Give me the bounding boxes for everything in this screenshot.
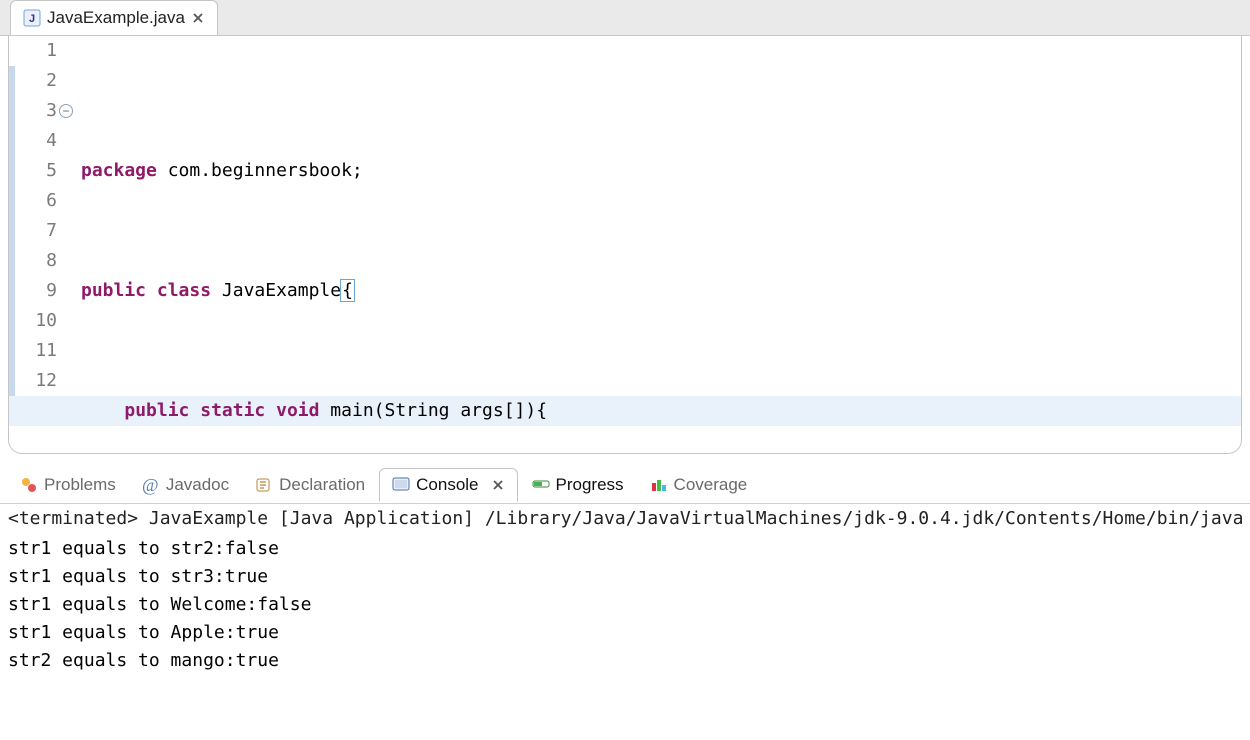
fold-strip [63, 36, 81, 453]
svg-text:J: J [29, 13, 35, 25]
tab-label: Coverage [674, 475, 748, 495]
problems-icon [20, 476, 38, 494]
tab-console[interactable]: Console [379, 468, 517, 502]
close-icon[interactable] [491, 478, 505, 492]
line-number: 5 [15, 156, 57, 186]
line-number: 12 [15, 366, 57, 396]
line-number: 3 − [15, 96, 57, 126]
tab-label: Declaration [279, 475, 365, 495]
coverage-icon [650, 476, 668, 494]
line-number-gutter: 1 2 3 − 4 5 6 7 8 9 10 11 12 13 [15, 36, 63, 453]
line-number: 6 [15, 186, 57, 216]
tab-javadoc[interactable]: @ Javadoc [130, 468, 241, 502]
declaration-icon [255, 476, 273, 494]
tab-declaration[interactable]: Declaration [243, 468, 377, 502]
tab-label: Console [416, 475, 478, 495]
tab-coverage[interactable]: Coverage [638, 468, 760, 502]
line-number: 11 [15, 336, 57, 366]
java-file-icon: J [23, 9, 41, 27]
line-number: 8 [15, 246, 57, 276]
code-line: package com.beginnersbook; [81, 156, 1241, 186]
progress-icon [532, 476, 550, 494]
code-line: public class JavaExample{ [81, 276, 1241, 306]
line-number: 7 [15, 216, 57, 246]
line-number: 10 [15, 306, 57, 336]
tab-label: Javadoc [166, 475, 229, 495]
console-output[interactable]: str1 equals to str2:false str1 equals to… [0, 531, 1250, 679]
console-icon [392, 476, 410, 494]
bottom-tab-bar: Problems @ Javadoc Declaration Console P… [0, 466, 1250, 504]
fold-toggle-icon[interactable]: − [59, 104, 73, 118]
editor-tab-label: JavaExample.java [47, 8, 185, 28]
bottom-panel: Problems @ Javadoc Declaration Console P… [0, 466, 1250, 679]
tab-problems[interactable]: Problems [8, 468, 128, 502]
tab-label: Progress [556, 475, 624, 495]
editor-tab-bar: J JavaExample.java [0, 0, 1250, 36]
console-launch-info: <terminated> JavaExample [Java Applicati… [0, 504, 1250, 531]
code-area[interactable]: package com.beginnersbook; public class … [81, 36, 1241, 453]
close-icon[interactable] [191, 11, 205, 25]
line-number: 2 [15, 66, 57, 96]
line-number: 4 [15, 126, 57, 156]
bracket-match: { [340, 279, 355, 302]
line-number: 1 [15, 36, 57, 66]
tab-progress[interactable]: Progress [520, 468, 636, 502]
javadoc-icon: @ [142, 476, 160, 494]
code-editor[interactable]: 1 2 3 − 4 5 6 7 8 9 10 11 12 13 package … [8, 36, 1242, 454]
editor-tab-active[interactable]: J JavaExample.java [10, 0, 218, 35]
tab-label: Problems [44, 475, 116, 495]
line-number: 9 [15, 276, 57, 306]
